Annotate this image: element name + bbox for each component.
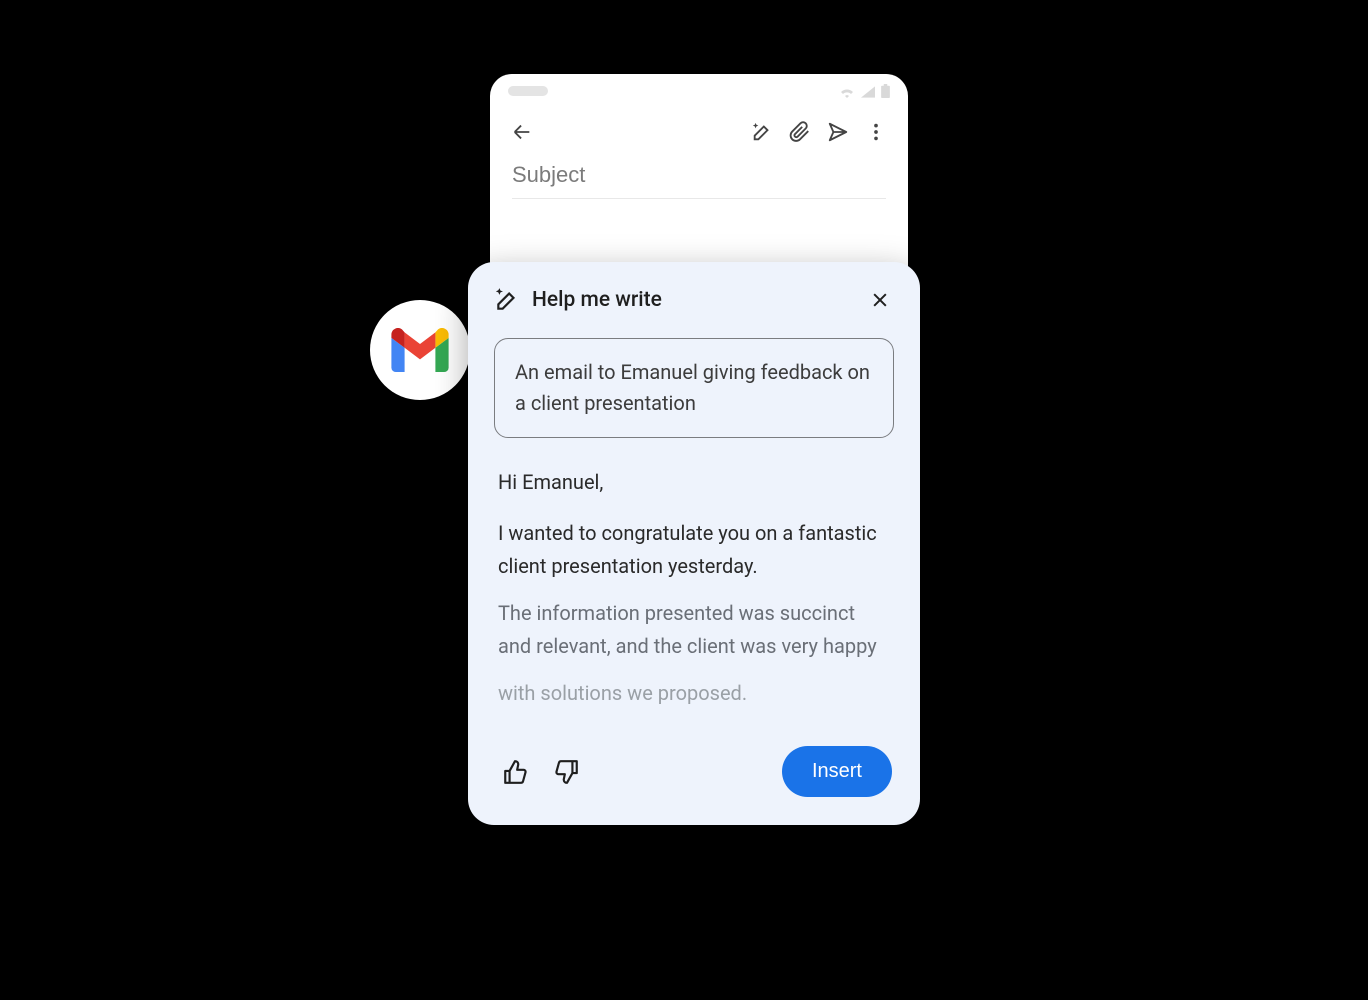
battery-icon [881, 84, 890, 98]
more-vert-icon [865, 121, 887, 143]
arrow-left-icon [511, 121, 533, 143]
generated-greeting: Hi Emanuel, [498, 466, 890, 499]
status-bar [490, 74, 908, 108]
subject-input[interactable] [512, 162, 886, 188]
attach-button[interactable] [786, 118, 814, 146]
thumbs-up-button[interactable] [502, 759, 528, 785]
prompt-input[interactable]: An email to Emanuel giving feedback on a… [494, 338, 894, 438]
panel-header: Help me write [468, 286, 920, 332]
close-button[interactable] [866, 286, 894, 314]
magic-write-button[interactable] [748, 118, 776, 146]
help-me-write-panel: Help me write An email to Emanuel giving… [468, 262, 920, 825]
subject-row [512, 162, 886, 199]
generated-body: Hi Emanuel, I wanted to congratulate you… [468, 460, 920, 728]
back-button[interactable] [508, 118, 536, 146]
wifi-icon [839, 86, 855, 98]
status-pill [508, 86, 548, 96]
more-button[interactable] [862, 118, 890, 146]
status-icons [839, 84, 890, 98]
generated-line: with solutions we proposed. [498, 677, 890, 710]
insert-button[interactable]: Insert [782, 746, 892, 797]
close-icon [870, 290, 890, 310]
magic-pen-icon [751, 121, 773, 143]
thumbs-down-button[interactable] [554, 759, 580, 785]
gmail-icon [391, 328, 449, 372]
send-button[interactable] [824, 118, 852, 146]
panel-title: Help me write [532, 288, 662, 312]
compose-window [490, 74, 908, 274]
magic-pen-icon [494, 287, 520, 313]
send-icon [827, 121, 849, 143]
paperclip-icon [789, 121, 811, 143]
panel-footer: Insert [468, 728, 920, 803]
signal-icon [861, 86, 875, 98]
generated-line: I wanted to congratulate you on a fantas… [498, 517, 890, 583]
generated-line: The information presented was succinct a… [498, 597, 890, 663]
compose-toolbar [490, 108, 908, 152]
gmail-badge [370, 300, 470, 400]
